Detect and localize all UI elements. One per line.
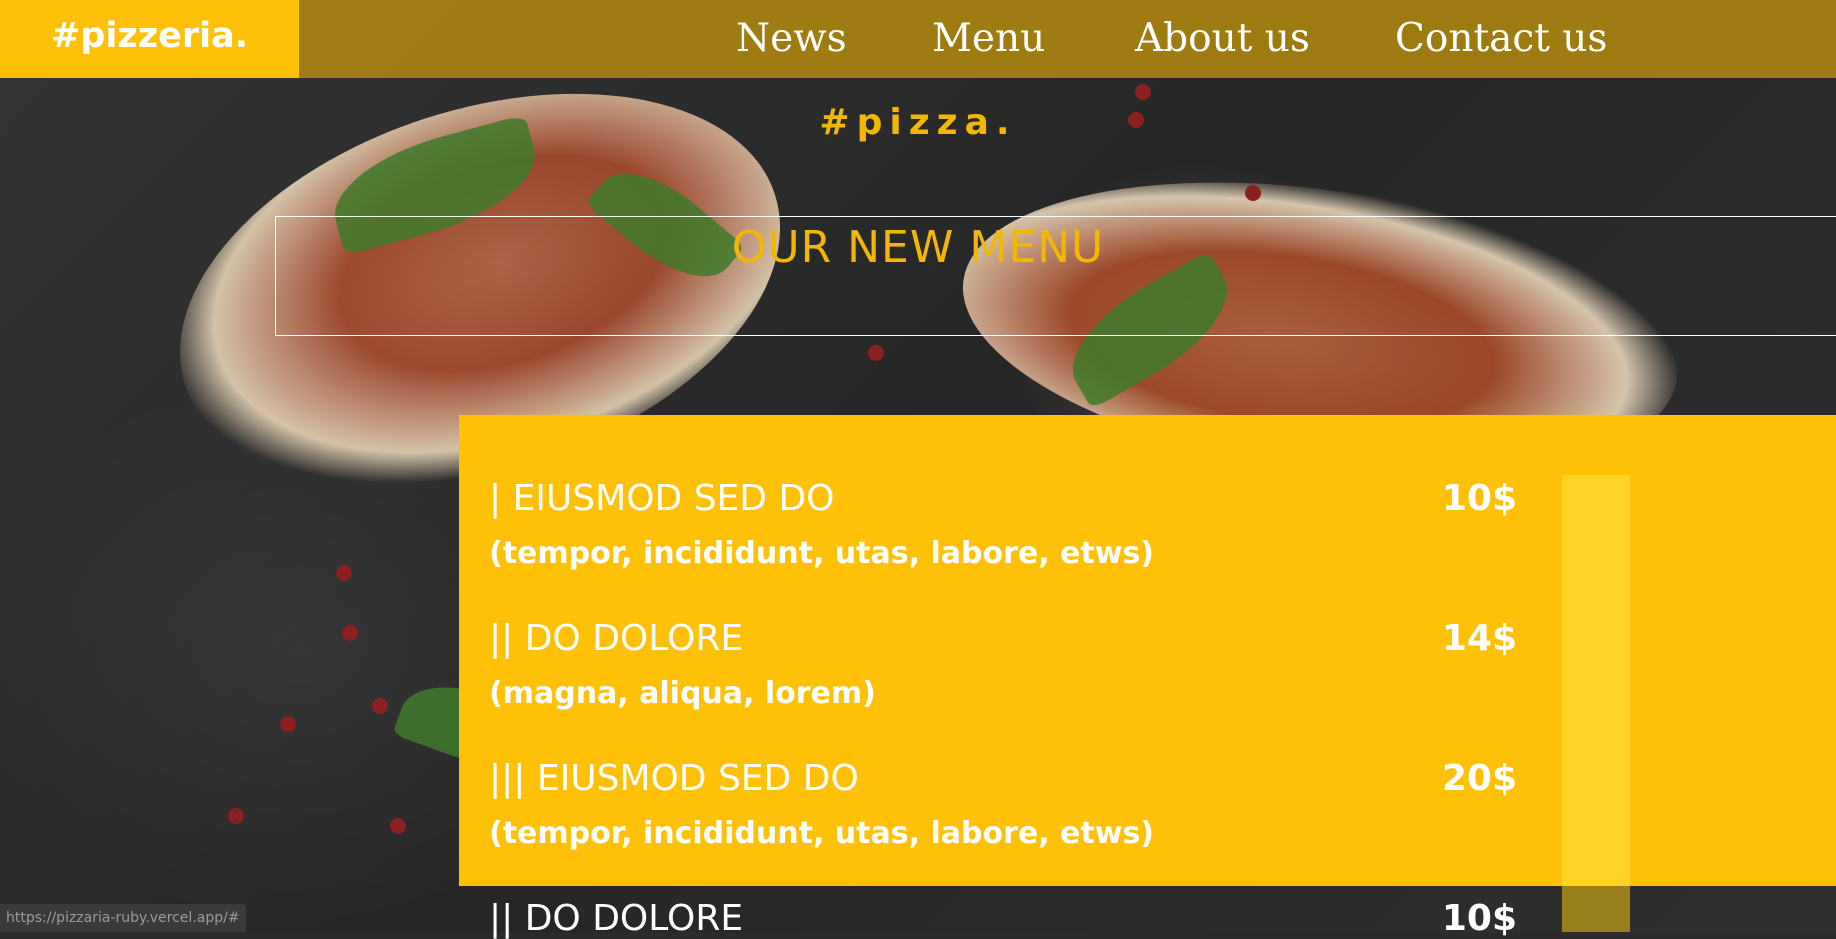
- site-logo[interactable]: #pizzeria.: [0, 16, 299, 56]
- menu-item-ingredients: (tempor, incididunt, utas, labore, etws): [489, 816, 1155, 851]
- nav-link-news[interactable]: News: [736, 16, 847, 61]
- nav-link-menu[interactable]: Menu: [932, 16, 1045, 61]
- tagline: #pizza.: [819, 102, 1017, 143]
- menu-item-name: | EIUSMOD SED DO: [489, 478, 835, 519]
- peppercorn-image: [336, 565, 352, 581]
- menu-item-name: || DO DOLORE: [489, 898, 744, 939]
- peppercorn-image: [342, 625, 358, 641]
- logo-box[interactable]: #pizzeria.: [0, 0, 299, 78]
- peppercorn-image: [1135, 84, 1151, 100]
- peppercorn-image: [228, 808, 244, 824]
- menu-item-price: 14$: [1441, 618, 1517, 659]
- scroll-bar-shade: [1562, 886, 1630, 932]
- menu-item-price: 20$: [1441, 758, 1517, 799]
- menu-item-price: 10$: [1441, 898, 1517, 939]
- peppercorn-image: [390, 818, 406, 834]
- menu-item-name: ||| EIUSMOD SED DO: [489, 758, 859, 799]
- menu-item-price: 10$: [1441, 478, 1517, 519]
- section-title: OUR NEW MENU: [731, 222, 1105, 273]
- nav-link-contact-us[interactable]: Contact us: [1395, 16, 1607, 61]
- status-bar-url: https://pizzaria-ruby.vercel.app/#: [0, 904, 246, 932]
- nav-link-about-us[interactable]: About us: [1135, 16, 1310, 61]
- peppercorn-image: [372, 698, 388, 714]
- menu-item-ingredients: (tempor, incididunt, utas, labore, etws): [489, 536, 1155, 571]
- peppercorn-image: [868, 345, 884, 361]
- menu-item-name: || DO DOLORE: [489, 618, 744, 659]
- site-header: #pizzeria. News Menu About us Contact us: [0, 0, 1836, 78]
- peppercorn-image: [280, 716, 296, 732]
- menu-item-ingredients: (magna, aliqua, lorem): [489, 676, 876, 711]
- peppercorn-image: [1245, 185, 1261, 201]
- menu-scroll-bar[interactable]: [1562, 475, 1630, 932]
